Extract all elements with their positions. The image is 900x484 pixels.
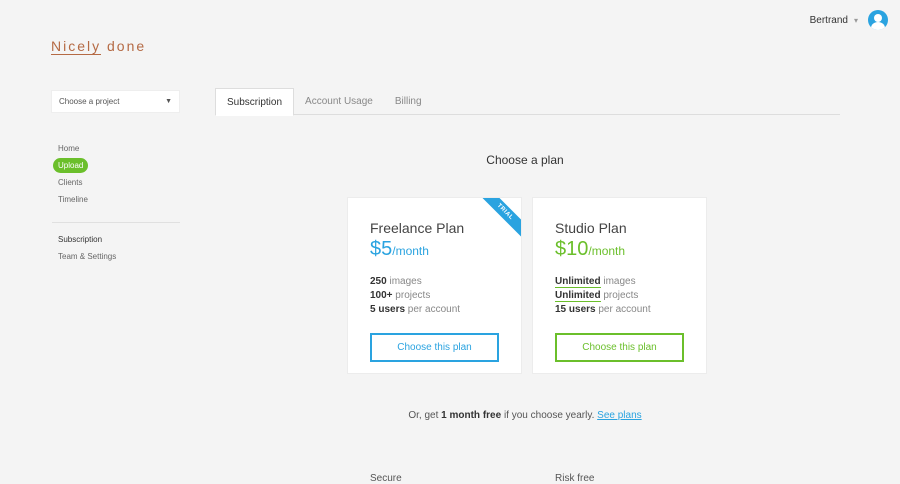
user-name[interactable]: Bertrand bbox=[810, 15, 848, 26]
feature-users: 5 users per account bbox=[370, 304, 461, 315]
sidebar-divider bbox=[52, 222, 180, 223]
plan-features: 250 images 100+ projects 5 users per acc… bbox=[370, 275, 499, 317]
tab-bar: Subscription Account Usage Billing bbox=[215, 88, 840, 116]
plan-price: $5/month bbox=[370, 238, 429, 260]
plan-card-studio: Studio Plan $10/month Unlimited images U… bbox=[532, 197, 707, 374]
plan-price: $10/month bbox=[555, 238, 626, 260]
logo: Nicely done bbox=[51, 38, 147, 55]
sidebar-item-subscription[interactable]: Subscription bbox=[52, 231, 180, 248]
user-menu[interactable]: Bertrand ▾ bbox=[810, 10, 888, 30]
logo-part-2: done bbox=[101, 38, 147, 54]
feature-images: 250 images bbox=[370, 276, 422, 287]
feature-secure: Secure bbox=[370, 473, 402, 484]
plan-card-freelance: TRIAL Freelance Plan $5/month 250 images… bbox=[347, 197, 522, 374]
tab-subscription[interactable]: Subscription bbox=[215, 88, 295, 116]
sidebar-item-clients[interactable]: Clients bbox=[52, 174, 180, 191]
yearly-offer: Or, get 1 month free if you choose yearl… bbox=[408, 410, 642, 421]
page-title: Choose a plan bbox=[486, 153, 564, 167]
tab-billing[interactable]: Billing bbox=[384, 88, 433, 115]
feature-risk-free: Risk free bbox=[555, 473, 595, 484]
avatar[interactable] bbox=[868, 10, 888, 30]
plan-name: Studio Plan bbox=[555, 220, 627, 236]
feature-users: 15 users per account bbox=[555, 304, 651, 315]
sidebar-item-timeline[interactable]: Timeline bbox=[52, 191, 180, 208]
sidebar-item-team-settings[interactable]: Team & Settings bbox=[52, 248, 180, 265]
chevron-down-icon[interactable]: ▾ bbox=[854, 16, 858, 25]
plan-features: Unlimited images Unlimited projects 15 u… bbox=[555, 275, 684, 317]
see-plans-link[interactable]: See plans bbox=[597, 410, 641, 421]
logo-part-1: Nicely bbox=[51, 38, 102, 55]
choose-plan-button-freelance[interactable]: Choose this plan bbox=[370, 333, 499, 362]
dropdown-arrow-icon: ▼ bbox=[165, 98, 172, 105]
feature-images: Unlimited images bbox=[555, 276, 636, 288]
feature-projects: 100+ projects bbox=[370, 290, 431, 301]
feature-projects: Unlimited projects bbox=[555, 290, 639, 302]
project-select-value: Choose a project bbox=[59, 97, 120, 106]
tab-account-usage[interactable]: Account Usage bbox=[294, 88, 384, 115]
choose-plan-button-studio[interactable]: Choose this plan bbox=[555, 333, 684, 362]
plan-name: Freelance Plan bbox=[370, 220, 465, 236]
project-select[interactable]: Choose a project ▼ bbox=[51, 90, 180, 113]
